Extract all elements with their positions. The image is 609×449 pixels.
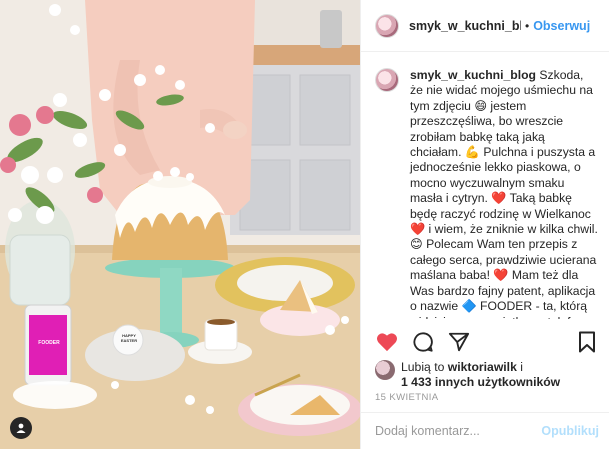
heart-filled-icon [377,333,397,352]
add-comment-bar: Dodaj komentarz... Opublikuj [361,412,609,449]
save-button[interactable] [575,330,599,354]
easter-cake-photo [0,0,360,449]
post-date[interactable]: 15 KWIETNIA [375,392,439,403]
share-button[interactable] [447,330,471,354]
liker-avatar[interactable] [375,360,395,380]
likes-summary: Lubią to wiktoriawilk i 1 433 innych uży… [375,360,599,390]
phone-screen-label: FOODER [38,340,60,346]
username-link[interactable]: smyk_w_kuchni_blog [409,19,521,33]
easter-tag-label: HAPPY EASTER [120,333,138,343]
post-side-panel: smyk_w_kuchni_blog • Obserwuj smyk_w_kuc… [360,0,609,449]
bookmark-icon [579,331,595,353]
comment-input[interactable]: Dodaj komentarz... [375,424,541,438]
avatar[interactable] [375,13,399,38]
user-tag-icon [16,423,26,433]
likes-count-link[interactable]: 1 433 innych użytkowników [401,375,560,389]
instagram-post: FOODER HAPPY EASTER smyk_w_kuchni_blog •… [0,0,609,449]
likes-mid: i [516,360,523,374]
caption-text: Szkoda, że nie widać mojego uśmiechu na … [410,68,598,319]
separator-dot: • [525,18,530,33]
post-photo[interactable]: FOODER HAPPY EASTER [0,0,360,449]
publish-button[interactable]: Opublikuj [541,424,599,438]
user-tag-button[interactable] [10,417,32,439]
likes-prefix: Lubią to [401,360,448,374]
follow-button[interactable]: Obserwuj [533,19,590,33]
action-bar [375,330,599,354]
post-header: smyk_w_kuchni_blog • Obserwuj [361,0,609,52]
like-button[interactable] [375,330,399,354]
comment-button[interactable] [411,330,435,354]
comments-area[interactable]: smyk_w_kuchni_blog Szkoda, że nie widać … [361,52,609,319]
caption-avatar[interactable] [375,68,399,92]
post-caption: smyk_w_kuchni_blog Szkoda, że nie widać … [410,68,599,319]
caption-username[interactable]: smyk_w_kuchni_blog [410,68,536,82]
comment-bubble-icon [413,332,433,352]
liker-username[interactable]: wiktoriawilk [448,360,517,374]
share-arrow-icon [448,332,470,352]
likes-text: Lubią to wiktoriawilk i 1 433 innych uży… [401,360,560,390]
